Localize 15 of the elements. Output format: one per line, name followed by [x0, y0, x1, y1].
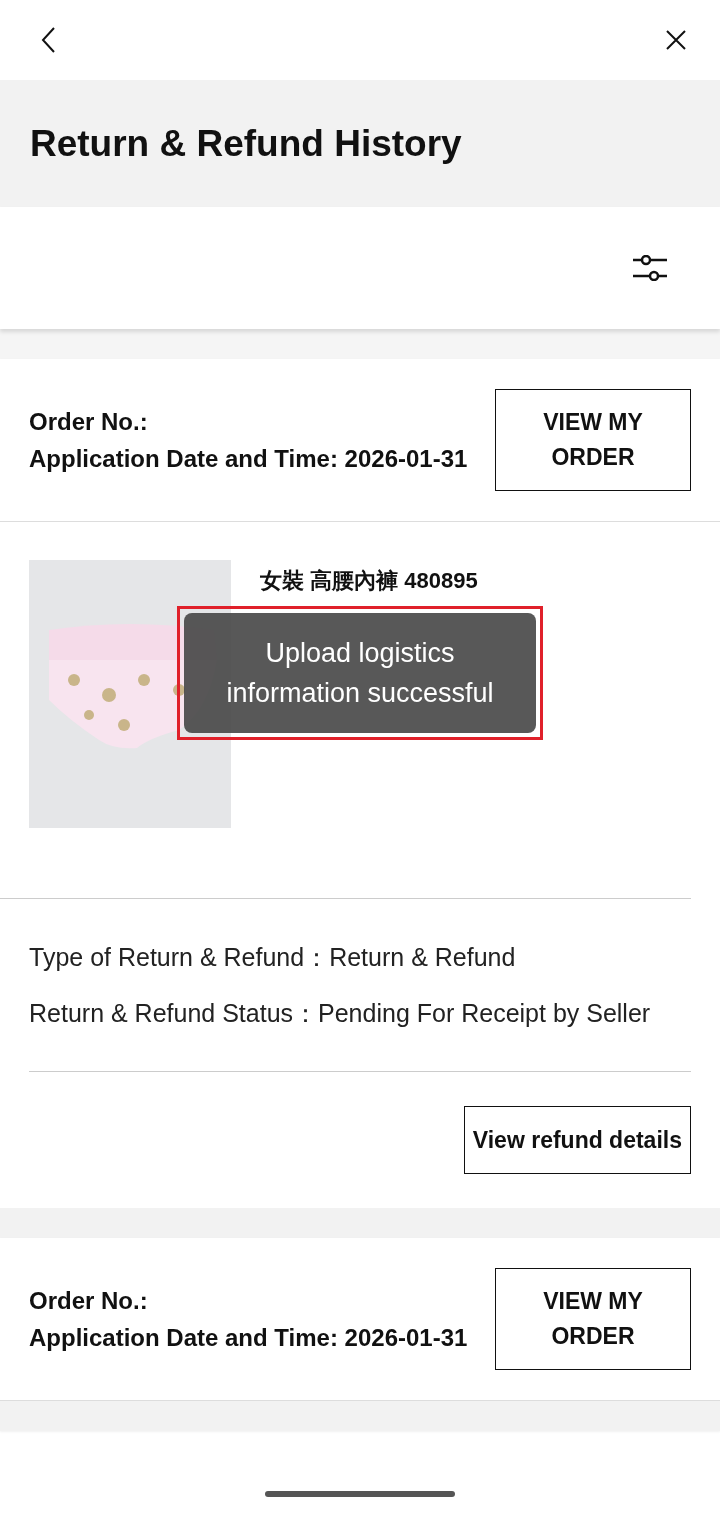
- close-icon[interactable]: [666, 30, 686, 50]
- refund-status: Return & Refund Status：Pending For Receipt by Seller: [29, 998, 652, 1029]
- product-name: 女裝 高腰內褲 480895: [260, 567, 478, 595]
- application-date: Application Date and Time: 2026-01-31: [29, 1323, 469, 1353]
- view-my-order-button[interactable]: VIEW MY ORDER: [495, 389, 691, 491]
- refund-type: Type of Return & Refund：Return & Refund: [29, 942, 517, 973]
- toast-message: Upload logistics information successful: [184, 613, 536, 733]
- application-date: Application Date and Time: 2026-01-31: [29, 444, 469, 474]
- order-number-label: Order No.:: [29, 407, 149, 437]
- view-refund-details-button[interactable]: View refund details: [463, 1106, 691, 1174]
- view-my-order-button[interactable]: VIEW MY ORDER: [495, 1268, 691, 1370]
- filter-icon[interactable]: [632, 255, 668, 281]
- order-number-label: Order No.:: [29, 1286, 149, 1316]
- back-icon[interactable]: [40, 26, 56, 54]
- page-title: Return & Refund History: [30, 122, 462, 165]
